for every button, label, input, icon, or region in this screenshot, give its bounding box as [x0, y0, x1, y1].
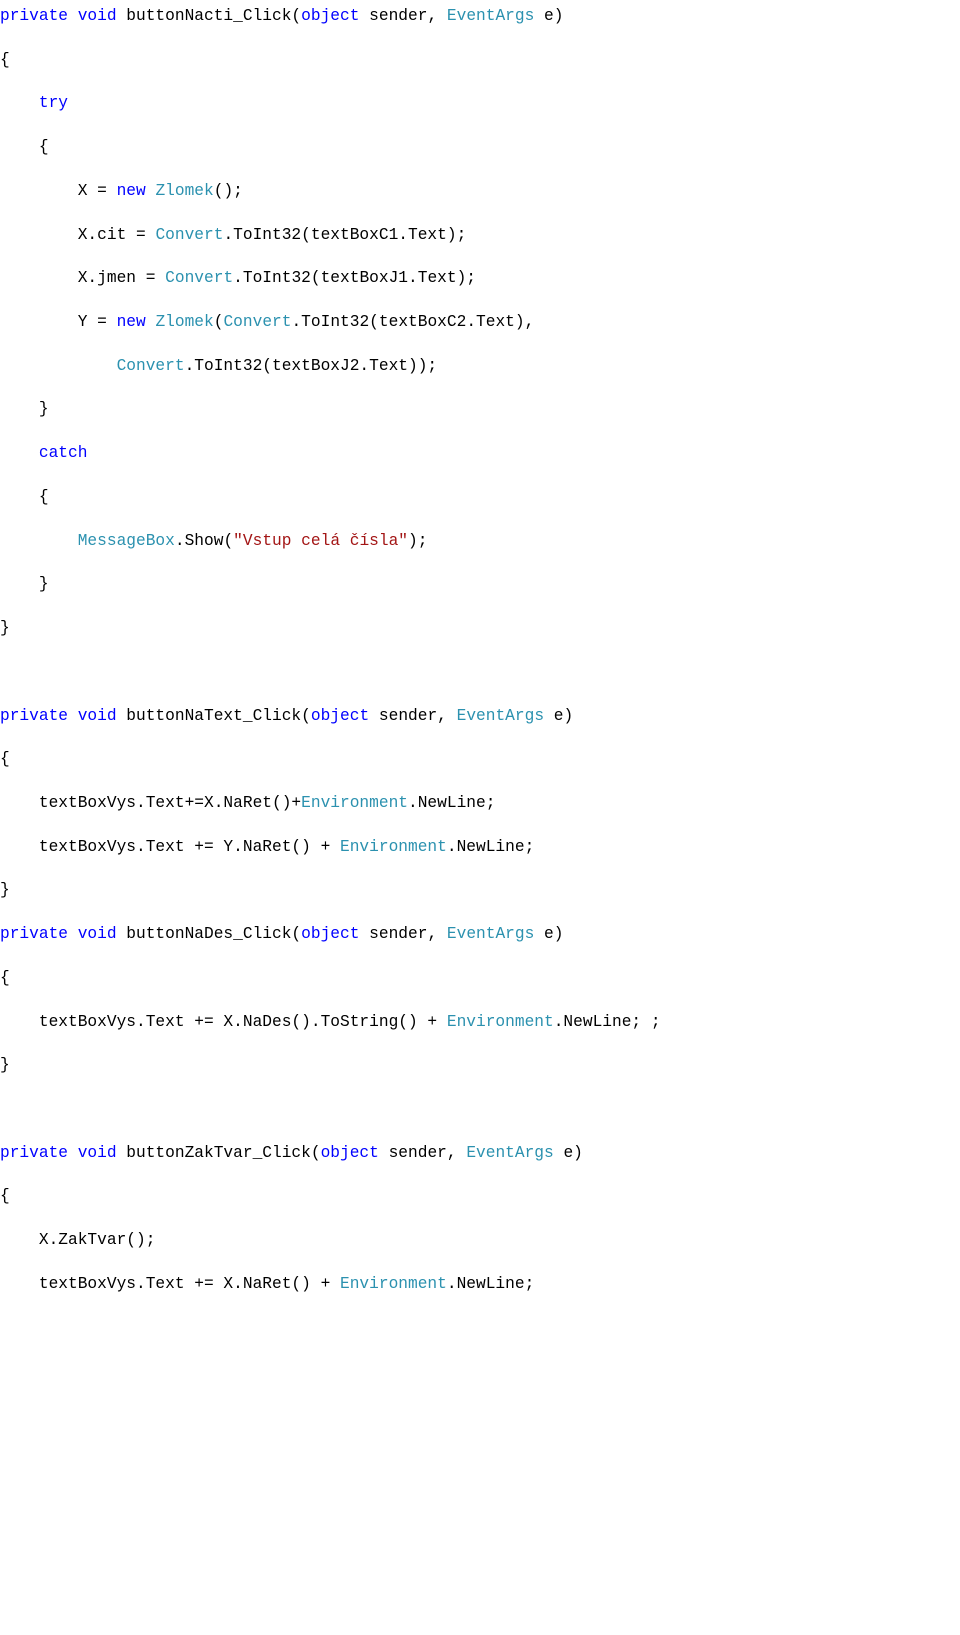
type-convert: Convert	[155, 226, 223, 244]
type-environment: Environment	[340, 838, 447, 856]
type-eventargs: EventArgs	[447, 925, 534, 943]
param-text: e)	[534, 925, 563, 943]
param-text: sender,	[369, 707, 456, 725]
code-text	[146, 313, 156, 331]
code-text: .NewLine; ;	[554, 1013, 661, 1031]
keyword-void: void	[78, 1144, 117, 1162]
type-zlomek: Zlomek	[155, 313, 213, 331]
method-name: buttonNaText_Click(	[117, 707, 311, 725]
brace: }	[0, 1056, 10, 1074]
keyword-object: object	[301, 925, 359, 943]
code-text: textBoxVys.Text += X.NaDes().ToString() …	[39, 1013, 447, 1031]
type-environment: Environment	[447, 1013, 554, 1031]
type-eventargs: EventArgs	[457, 707, 544, 725]
keyword-object: object	[311, 707, 369, 725]
code-text: );	[408, 532, 427, 550]
code-text: textBoxVys.Text += X.NaRet() +	[39, 1275, 340, 1293]
code-text: .NewLine;	[408, 794, 495, 812]
string-literal: "Vstup celá čísla"	[233, 532, 408, 550]
type-convert: Convert	[165, 269, 233, 287]
keyword-void: void	[78, 707, 117, 725]
brace: {	[0, 1187, 10, 1205]
keyword-void: void	[78, 7, 117, 25]
keyword-new: new	[117, 182, 146, 200]
param-text: e)	[534, 7, 563, 25]
param-text: e)	[544, 707, 573, 725]
type-zlomek: Zlomek	[155, 182, 213, 200]
keyword-object: object	[301, 7, 359, 25]
param-text: sender,	[379, 1144, 466, 1162]
brace: {	[0, 51, 10, 69]
type-eventargs: EventArgs	[466, 1144, 553, 1162]
keyword-private: private	[0, 7, 68, 25]
keyword-private: private	[0, 707, 68, 725]
param-text: sender,	[359, 925, 446, 943]
method-name: buttonNacti_Click(	[117, 7, 302, 25]
code-text: (	[214, 313, 224, 331]
code-text: X.ZakTvar();	[39, 1231, 156, 1249]
code-text: .NewLine;	[447, 838, 534, 856]
type-environment: Environment	[301, 794, 408, 812]
code-text: textBoxVys.Text += Y.NaRet() +	[39, 838, 340, 856]
keyword-private: private	[0, 925, 68, 943]
code-text: .ToInt32(textBoxJ1.Text);	[233, 269, 476, 287]
keyword-new: new	[117, 313, 146, 331]
keyword-object: object	[321, 1144, 379, 1162]
code-text: .ToInt32(textBoxC1.Text);	[223, 226, 466, 244]
code-text: textBoxVys.Text+=X.NaRet()+	[39, 794, 301, 812]
brace: }	[39, 575, 49, 593]
method-name: buttonZakTvar_Click(	[117, 1144, 321, 1162]
code-text: X =	[78, 182, 117, 200]
method-name: buttonNaDes_Click(	[117, 925, 302, 943]
brace: }	[39, 400, 49, 418]
brace: {	[39, 488, 49, 506]
code-text: Y =	[78, 313, 117, 331]
keyword-try: try	[39, 94, 68, 112]
code-text	[146, 182, 156, 200]
code-text: .ToInt32(textBoxC2.Text),	[291, 313, 534, 331]
param-text: e)	[554, 1144, 583, 1162]
type-eventargs: EventArgs	[447, 7, 534, 25]
code-text: X.cit =	[78, 226, 156, 244]
brace: {	[39, 138, 49, 156]
type-convert: Convert	[117, 357, 185, 375]
brace: }	[0, 881, 10, 899]
code-text: .NewLine;	[447, 1275, 534, 1293]
type-environment: Environment	[340, 1275, 447, 1293]
code-text: ();	[214, 182, 243, 200]
brace: }	[0, 619, 10, 637]
param-text: sender,	[359, 7, 446, 25]
type-convert: Convert	[223, 313, 291, 331]
code-block: private void buttonNacti_Click(object se…	[0, 6, 960, 1296]
brace: {	[0, 969, 10, 987]
code-text: .ToInt32(textBoxJ2.Text));	[185, 357, 438, 375]
keyword-catch: catch	[39, 444, 88, 462]
code-text: .Show(	[175, 532, 233, 550]
keyword-void: void	[78, 925, 117, 943]
brace: {	[0, 750, 10, 768]
code-text: X.jmen =	[78, 269, 165, 287]
keyword-private: private	[0, 1144, 68, 1162]
type-messagebox: MessageBox	[78, 532, 175, 550]
